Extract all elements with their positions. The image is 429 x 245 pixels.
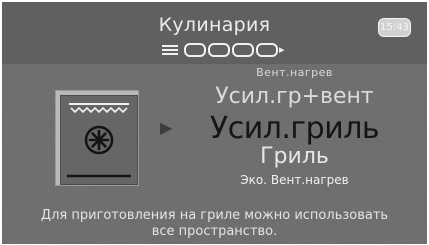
step-2-indicator: [208, 43, 230, 57]
oven-screen: Кулинария 15:43 ▸ ▶ Вент.нагрев Усил.гр+…: [2, 2, 427, 244]
step-1-indicator: [184, 43, 206, 57]
header-bar: Кулинария 15:43 ▸: [2, 2, 427, 64]
step-progress-indicator: ▸: [184, 43, 294, 57]
hamburger-menu-icon[interactable]: [162, 45, 178, 55]
oven-mode-card[interactable]: [60, 95, 138, 185]
step-3-indicator: [232, 43, 254, 57]
mode-option-grill-fan[interactable]: Усил.гр+вент: [162, 84, 427, 109]
mode-description-line-1: Для приготовления на гриле можно использ…: [40, 208, 389, 223]
step-4-indicator: [256, 43, 278, 57]
mode-option-convection[interactable]: Вент.нагрев: [162, 66, 427, 79]
convection-fan-grill-icon: [67, 103, 131, 178]
mode-option-grill[interactable]: Гриль: [162, 144, 427, 169]
page-title: Кулинария: [158, 14, 271, 36]
next-step-arrow-icon: ▸: [279, 43, 285, 56]
mode-description: Для приготовления на гриле можно использ…: [10, 208, 419, 240]
clock-time[interactable]: 15:43: [378, 18, 411, 37]
mode-option-eco-convection[interactable]: Эко. Вент.нагрев: [162, 173, 427, 187]
mode-description-line-2: все пространство.: [151, 224, 278, 239]
mode-option-intensive-grill-selected[interactable]: Усил.гриль: [162, 111, 427, 146]
